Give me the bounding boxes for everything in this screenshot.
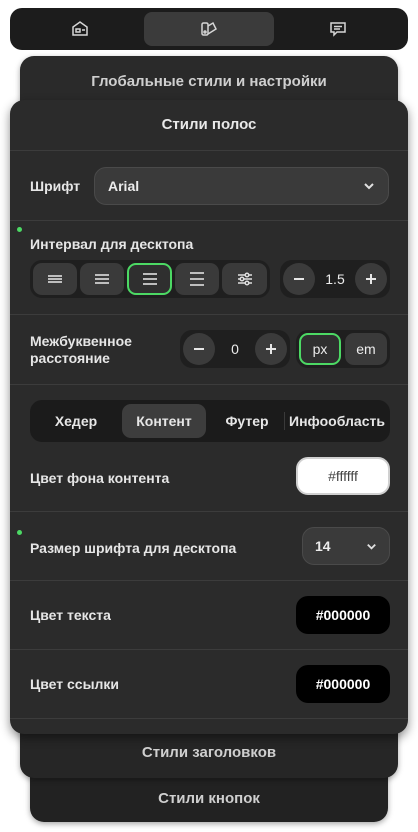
align-justify-button[interactable]	[33, 263, 77, 295]
tab-styles[interactable]	[144, 12, 274, 46]
font-size-select[interactable]: 14	[302, 527, 390, 565]
font-select[interactable]: Arial	[94, 167, 389, 205]
unit-px-button[interactable]: px	[299, 333, 341, 365]
divider	[10, 150, 408, 151]
text-color-label: Цвет текста	[30, 607, 111, 623]
heading-styles-title: Стили заголовков	[141, 744, 277, 761]
interval-value[interactable]: 1.5	[315, 260, 355, 298]
changed-indicator-dot	[17, 227, 22, 232]
global-styles-title: Глобальные стили и настройки	[91, 73, 327, 90]
align-right-button[interactable]	[175, 263, 219, 295]
minus-icon	[294, 278, 304, 280]
font-size-label: Размер шрифта для десктопа	[30, 540, 237, 556]
align-center-icon	[142, 273, 157, 285]
tab-info-area[interactable]: Инфообласть	[288, 404, 386, 438]
settings-sliders-icon	[237, 272, 252, 286]
tab-comments[interactable]	[273, 12, 403, 46]
tab-content[interactable]: Контент	[122, 404, 206, 438]
letter-spacing-label-line1: Межбуквенное	[30, 333, 132, 349]
divider	[10, 511, 408, 512]
section-tabs: Хедер Контент Футер Инфообласть	[30, 400, 390, 442]
letter-spacing-increase-button[interactable]	[255, 333, 287, 365]
divider	[10, 384, 408, 385]
palette-icon	[201, 21, 217, 36]
chevron-down-icon	[364, 183, 374, 190]
link-color-swatch[interactable]: #000000	[296, 665, 390, 703]
letter-spacing-stepper: 0	[180, 330, 290, 368]
plus-icon	[266, 344, 276, 354]
alignment-group	[30, 260, 270, 298]
tab-footer[interactable]: Футер	[210, 404, 284, 438]
justify-icon	[48, 275, 62, 283]
divider	[10, 314, 408, 315]
panel-title: Стили полос	[161, 116, 257, 133]
tab-page[interactable]	[15, 12, 145, 46]
page-icon	[72, 21, 88, 36]
font-label: Шрифт	[30, 178, 81, 194]
tab-header[interactable]: Хедер	[35, 404, 117, 438]
align-left-icon	[95, 274, 109, 284]
font-select-value: Arial	[108, 178, 140, 194]
chat-icon	[330, 22, 346, 37]
unit-toggle: px em	[296, 330, 390, 368]
interval-decrease-button[interactable]	[283, 263, 315, 295]
unit-em-button[interactable]: em	[345, 333, 387, 365]
text-color-swatch[interactable]: #000000	[296, 596, 390, 634]
plus-icon	[366, 274, 376, 284]
divider	[10, 649, 408, 650]
button-styles-title: Стили кнопок	[158, 790, 260, 807]
letter-spacing-decrease-button[interactable]	[183, 333, 215, 365]
top-tab-bar	[10, 8, 408, 50]
align-center-button[interactable]	[127, 263, 172, 295]
link-color-label: Цвет ссылки	[30, 676, 120, 692]
strip-styles-panel: Стили полос Шрифт Arial Интервал для дес…	[10, 100, 408, 734]
changed-indicator-dot	[17, 530, 22, 535]
minus-icon	[194, 348, 204, 350]
tab-separator	[284, 412, 285, 430]
divider	[10, 220, 408, 221]
letter-spacing-value[interactable]: 0	[215, 330, 255, 368]
divider	[10, 718, 408, 719]
divider	[10, 580, 408, 581]
chevron-down-icon	[367, 543, 376, 550]
font-size-value: 14	[315, 538, 331, 554]
content-bg-label: Цвет фона контента	[30, 470, 170, 486]
interval-increase-button[interactable]	[355, 263, 387, 295]
content-bg-color-swatch[interactable]: #ffffff	[296, 457, 390, 495]
align-left-button[interactable]	[80, 263, 124, 295]
custom-interval-button[interactable]	[222, 263, 267, 295]
interval-stepper: 1.5	[280, 260, 390, 298]
interval-label: Интервал для десктопа	[30, 236, 194, 252]
align-right-icon	[190, 272, 204, 286]
letter-spacing-label-line2: расстояние	[30, 350, 110, 366]
